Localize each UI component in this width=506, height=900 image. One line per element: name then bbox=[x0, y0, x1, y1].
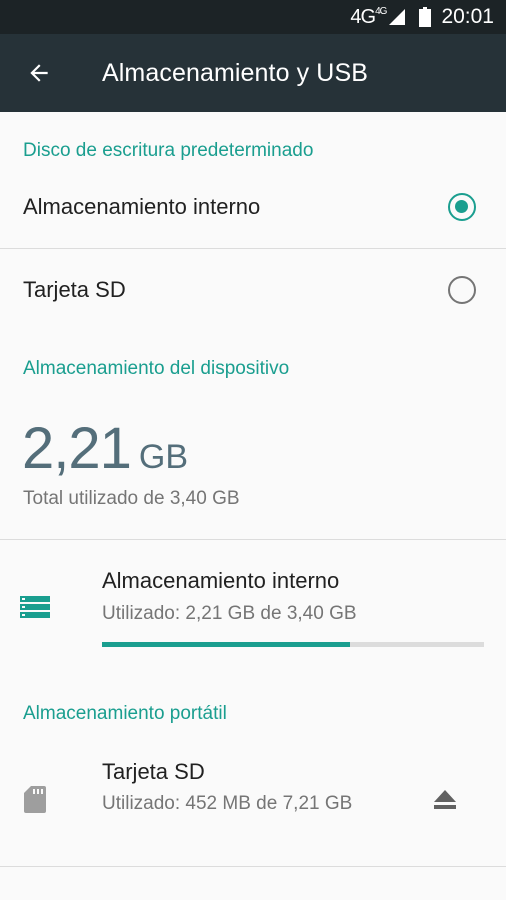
storage-progress-bar bbox=[102, 642, 484, 647]
status-time: 20:01 bbox=[441, 5, 494, 28]
used-storage-value: 2,21 bbox=[22, 416, 132, 481]
storage-icon bbox=[20, 596, 50, 618]
radio-button-checked[interactable] bbox=[448, 193, 476, 221]
section-header-device-storage: Almacenamiento del dispositivo bbox=[23, 358, 290, 379]
signal-icon bbox=[389, 9, 406, 25]
app-bar: Almacenamiento y USB bbox=[0, 34, 506, 112]
eject-icon[interactable] bbox=[430, 786, 460, 814]
radio-option-label: Almacenamiento interno bbox=[23, 194, 261, 219]
section-header-portable-storage: Almacenamiento portátil bbox=[23, 703, 227, 724]
back-button[interactable] bbox=[0, 34, 80, 112]
radio-option-label: Tarjeta SD bbox=[23, 277, 126, 302]
sd-card-icon bbox=[24, 786, 46, 813]
total-used-text: Total utilizado de 3,40 GB bbox=[23, 488, 240, 509]
status-bar: 4G4G 20:01 bbox=[0, 0, 506, 34]
radio-option-sd[interactable]: Tarjeta SD bbox=[0, 249, 506, 331]
sd-card-title: Tarjeta SD bbox=[102, 759, 205, 784]
internal-storage-subtitle: Utilizado: 2,21 GB de 3,40 GB bbox=[102, 603, 357, 624]
radio-button-unchecked[interactable] bbox=[448, 276, 476, 304]
internal-storage-title: Almacenamiento interno bbox=[102, 568, 340, 593]
page-title: Almacenamiento y USB bbox=[102, 58, 369, 87]
section-header-default-disk: Disco de escritura predeterminado bbox=[23, 140, 314, 161]
radio-option-internal[interactable]: Almacenamiento interno bbox=[0, 166, 506, 248]
used-storage-unit: GB bbox=[138, 438, 189, 476]
network-indicator: 4G4G bbox=[350, 5, 387, 28]
battery-icon bbox=[419, 7, 432, 27]
sd-card-subtitle: Utilizado: 452 MB de 7,21 GB bbox=[102, 793, 353, 814]
used-storage-summary: 2,21 GB bbox=[22, 415, 188, 482]
arrow-back-icon bbox=[30, 64, 48, 82]
storage-progress-fill bbox=[102, 642, 351, 647]
divider bbox=[0, 866, 506, 867]
